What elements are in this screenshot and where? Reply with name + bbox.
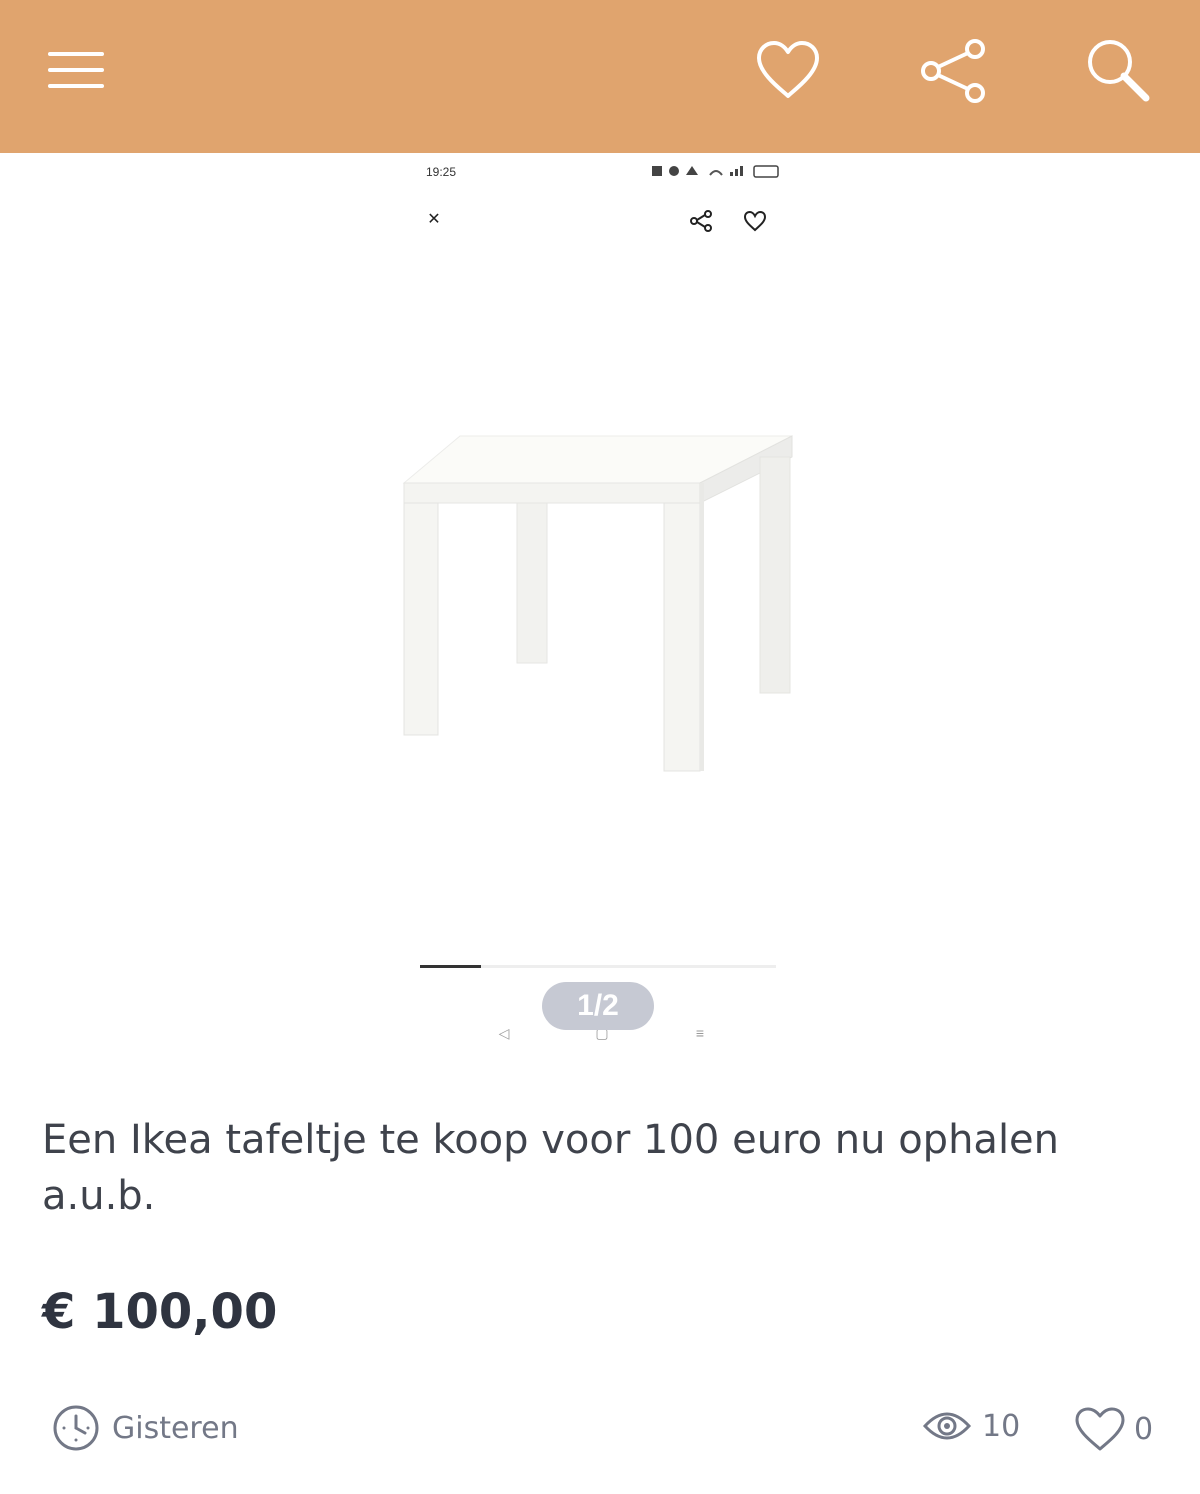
back-nav-icon: ◁	[498, 1025, 510, 1041]
listing-page: 19:25 ✕ ◁ ▢ ≡ 1/2 Een Ikea tafeltje te k…	[0, 0, 1200, 1494]
listing-price: € 100,00	[42, 1284, 278, 1340]
like-count-label: 0	[1134, 1411, 1154, 1447]
status-bar-icons	[652, 165, 779, 178]
recent-apps-icon: ≡	[695, 1025, 705, 1041]
image-progress-fill	[420, 965, 481, 968]
menu-button[interactable]	[36, 30, 116, 110]
menu-icon	[48, 52, 104, 88]
search-button[interactable]	[1076, 30, 1160, 110]
clock-icon	[53, 1405, 99, 1451]
close-icon: ✕	[427, 211, 441, 228]
heart-icon	[1075, 1407, 1125, 1451]
favorite-button[interactable]	[746, 30, 830, 110]
share-button[interactable]	[912, 30, 996, 110]
image-progress-track	[420, 965, 776, 968]
like-count[interactable]: 0	[1074, 1406, 1153, 1452]
listing-title: Een Ikea tafeltje te koop voor 100 euro …	[42, 1117, 1060, 1219]
share-icon	[921, 39, 985, 103]
heart-icon	[743, 210, 767, 232]
posted-date-label: Gisteren	[112, 1410, 239, 1446]
heart-icon	[757, 41, 819, 98]
listing-photo[interactable]: 19:25 ✕ ◁ ▢ ≡	[400, 153, 800, 1058]
top-app-bar	[0, 0, 1200, 153]
table-photo	[402, 435, 793, 772]
view-count: 10	[922, 1408, 1020, 1444]
eye-icon	[922, 1412, 972, 1440]
search-icon	[1088, 40, 1150, 102]
view-count-label: 10	[982, 1408, 1021, 1444]
share-icon	[690, 210, 712, 232]
posted-date: Gisteren	[52, 1404, 239, 1452]
status-time: 19:25	[426, 165, 457, 179]
photo-counter-badge: 1/2	[542, 982, 654, 1030]
